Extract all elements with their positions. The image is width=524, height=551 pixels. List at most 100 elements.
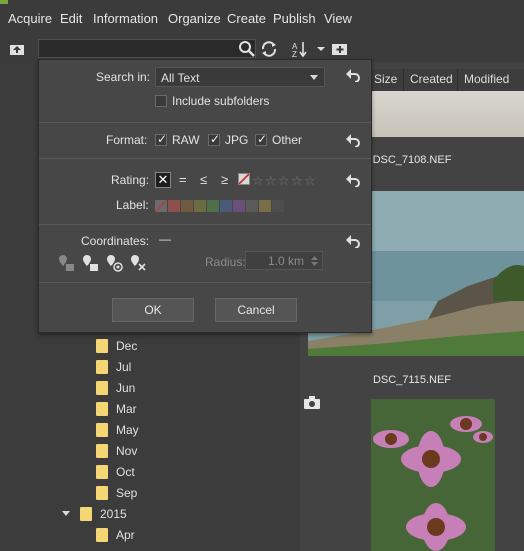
menu-bar: Acquire Edit Information Organize Create… — [0, 0, 524, 36]
radius-stepper[interactable]: 1.0 km — [245, 251, 323, 270]
location-target-icon[interactable] — [105, 254, 123, 272]
location-set-icon[interactable] — [81, 254, 99, 272]
tree-item-label: Mar — [116, 402, 137, 416]
format-label: Format: — [106, 133, 148, 147]
format-jpg-label: JPG — [225, 133, 249, 147]
divider — [39, 224, 371, 225]
reset-icon[interactable] — [345, 234, 361, 248]
divider — [39, 282, 371, 283]
tree-item-label: 2015 — [100, 507, 127, 521]
label-label: Label: — [116, 198, 149, 212]
label-swatch-gray[interactable] — [246, 200, 258, 212]
format-raw-checkbox[interactable] — [155, 132, 167, 146]
search-in-value: All Text — [161, 71, 200, 85]
no-label-swatch[interactable] — [155, 200, 167, 212]
svg-text:Z: Z — [292, 50, 297, 58]
folder-up-icon[interactable] — [8, 40, 26, 58]
menu-view[interactable]: View — [324, 11, 352, 26]
expand-arrow-icon[interactable] — [62, 510, 70, 518]
tree-item-label: May — [116, 423, 139, 437]
search-in-select[interactable]: All Text — [155, 67, 325, 87]
tree-item-label: Dec — [116, 339, 138, 353]
include-subfolders-checkbox[interactable] — [155, 95, 167, 107]
no-rating-icon[interactable] — [238, 173, 250, 185]
reset-icon[interactable] — [345, 173, 361, 187]
search-options-panel: Search in: All Text Include subfolders F… — [38, 59, 372, 333]
reset-icon[interactable] — [345, 133, 361, 147]
format-other-label: Other — [272, 133, 303, 147]
divider — [39, 158, 371, 159]
folder-icon — [96, 381, 108, 395]
search-in-label: Search in: — [96, 70, 151, 84]
label-swatch-tan[interactable] — [259, 200, 271, 212]
include-subfolders-label: Include subfolders — [172, 94, 270, 108]
reset-icon[interactable] — [345, 68, 361, 82]
label-swatch-green[interactable] — [207, 200, 219, 212]
star-icon[interactable]: ☆ — [252, 173, 264, 189]
label-swatch-olive[interactable] — [194, 200, 206, 212]
app-accent — [0, 0, 8, 4]
stepper-arrows-icon[interactable] — [311, 255, 318, 267]
location-clear-icon[interactable] — [129, 254, 147, 272]
column-created[interactable]: Created — [403, 69, 457, 91]
rating-label: Rating: — [111, 173, 150, 187]
folder-icon — [96, 444, 108, 458]
label-swatch-dark[interactable] — [272, 200, 284, 212]
rating-lte-button[interactable]: ≤ — [200, 172, 207, 187]
label-swatch-purple[interactable] — [233, 200, 245, 212]
tree-item-label: Apr — [116, 528, 135, 542]
location-map-icon[interactable] — [57, 254, 75, 272]
rating-any-button[interactable]: ✕ — [155, 172, 171, 188]
menu-organize[interactable]: Organize — [168, 11, 221, 26]
column-modified[interactable]: Modified — [457, 69, 524, 91]
tree-item-label: Jul — [116, 360, 132, 374]
tree-item-label: Jun — [116, 381, 136, 395]
star-icon[interactable]: ☆ — [278, 173, 290, 189]
star-icon[interactable]: ☆ — [265, 173, 277, 189]
tree-item-label: Nov — [116, 444, 138, 458]
cancel-button[interactable]: Cancel — [215, 298, 297, 322]
menu-information[interactable]: Information — [93, 11, 158, 26]
chevron-down-icon[interactable] — [312, 40, 330, 58]
coordinates-label: Coordinates: — [81, 234, 150, 248]
folder-icon — [96, 423, 108, 437]
sort-icon[interactable]: A Z — [292, 40, 310, 58]
folder-icon — [96, 528, 108, 542]
menu-acquire[interactable]: Acquire — [8, 11, 52, 26]
divider — [39, 122, 371, 123]
refresh-icon[interactable] — [260, 40, 278, 58]
tree-item-label: Oct — [116, 465, 135, 479]
menu-edit[interactable]: Edit — [60, 11, 82, 26]
label-swatch-red[interactable] — [168, 200, 180, 212]
folder-icon — [96, 339, 108, 353]
ok-button[interactable]: OK — [112, 298, 194, 322]
radius-label: Radius: — [205, 255, 246, 269]
radius-value: 1.0 km — [267, 254, 304, 268]
label-swatch-blue[interactable] — [220, 200, 232, 212]
new-folder-icon[interactable] — [331, 40, 349, 58]
folder-icon — [96, 465, 108, 479]
format-raw-label: RAW — [172, 133, 200, 147]
star-icon[interactable]: ☆ — [291, 173, 303, 189]
format-jpg-checkbox[interactable] — [208, 132, 220, 146]
rating-gte-button[interactable]: ≥ — [221, 172, 228, 187]
folder-icon — [96, 360, 108, 374]
column-size[interactable]: Size — [367, 69, 403, 91]
thumbnail-image[interactable] — [371, 399, 495, 551]
thumbnail-image[interactable] — [372, 91, 524, 137]
rating-equal-button[interactable]: = — [179, 172, 187, 187]
menu-create[interactable]: Create — [227, 11, 266, 26]
thumbnail-filename: DSC_7115.NEF — [372, 374, 452, 386]
chevron-down-icon — [310, 75, 318, 80]
star-icon[interactable]: ☆ — [304, 173, 316, 189]
format-other-checkbox[interactable] — [255, 132, 267, 146]
search-input[interactable] — [38, 39, 256, 58]
tree-item-label: Sep — [116, 486, 138, 500]
menu-publish[interactable]: Publish — [273, 11, 316, 26]
search-icon[interactable] — [238, 40, 256, 58]
coordinates-value: — — [159, 232, 171, 246]
folder-icon — [96, 486, 108, 500]
folder-icon — [80, 507, 92, 521]
label-swatch-brown[interactable] — [181, 200, 193, 212]
folder-icon — [96, 402, 108, 416]
